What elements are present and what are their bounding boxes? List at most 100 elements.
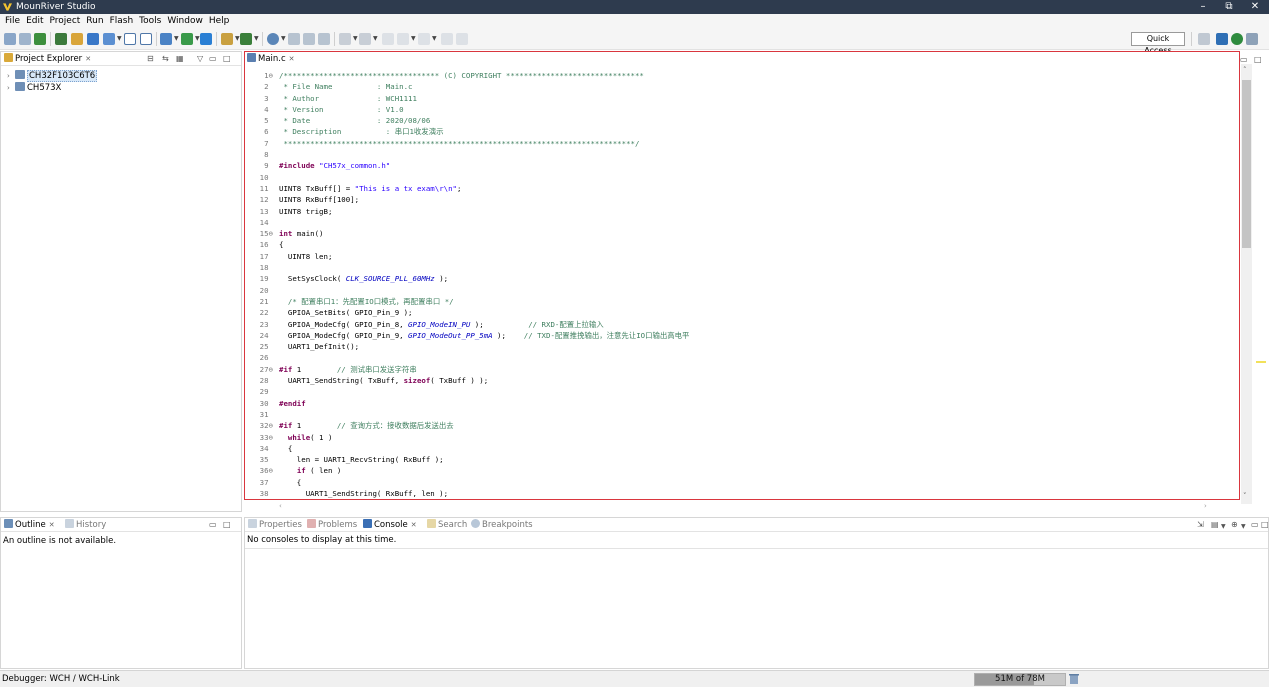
scroll-thumb[interactable] <box>1242 80 1251 248</box>
editor-horizontal-scrollbar[interactable]: ‹ › <box>246 502 1240 512</box>
code-line[interactable] <box>279 172 1235 183</box>
code-line[interactable]: ****************************************… <box>279 138 1235 149</box>
menu-window[interactable]: Window <box>164 14 206 28</box>
code-editor[interactable]: Main.c ✕ 1⊖ 2 3 4 5 6 7 8 9 10 11 12 13 14… <box>244 51 1240 500</box>
terminal-icon[interactable] <box>124 33 136 45</box>
code-line[interactable]: #include "CH57x_common.h" <box>279 160 1235 171</box>
quick-access-field[interactable]: Quick Access <box>1131 32 1185 55</box>
pin-console-icon[interactable]: ⇲ <box>1197 520 1204 530</box>
code-line[interactable]: UART1_SendString( RxBuff, len ); <box>279 488 1235 499</box>
minimize-button[interactable]: – <box>1190 0 1216 14</box>
menu-tools[interactable]: Tools <box>136 14 164 28</box>
tab-console[interactable]: Console ✕ <box>363 519 417 532</box>
view-menu-icon[interactable]: ▦ <box>176 54 184 64</box>
target-config-icon[interactable] <box>103 33 115 45</box>
code-area[interactable]: /*********************************** (C)… <box>279 70 1235 499</box>
prev-icon[interactable] <box>359 33 371 45</box>
tree-item-project[interactable]: › CH573X <box>7 82 61 94</box>
chevron-right-icon[interactable]: › <box>7 70 15 82</box>
code-line[interactable]: while( 1 ) <box>279 432 1235 443</box>
tab-outline[interactable]: Outline ✕ <box>4 519 55 532</box>
menu-run[interactable]: Run <box>83 14 106 28</box>
collapse-all-icon[interactable]: ⊟ <box>147 54 154 64</box>
debug-icon[interactable] <box>181 33 193 45</box>
minimize-panel-icon[interactable]: ▭ <box>209 54 217 64</box>
close-icon[interactable]: ✕ <box>289 55 295 63</box>
close-icon[interactable]: ✕ <box>411 521 417 529</box>
run-icon[interactable] <box>240 33 252 45</box>
build-icon[interactable] <box>34 33 46 45</box>
chevron-up-icon[interactable]: ˄ <box>1243 66 1247 74</box>
close-icon[interactable]: ✕ <box>85 55 91 63</box>
window-icon[interactable] <box>140 33 152 45</box>
menu-file[interactable]: File <box>2 14 23 28</box>
close-icon[interactable]: ✕ <box>49 521 55 529</box>
overview-marker[interactable] <box>1256 361 1266 363</box>
forward-icon[interactable] <box>397 33 409 45</box>
maximize-panel-icon[interactable]: □ <box>223 520 231 530</box>
code-line[interactable]: { <box>279 477 1235 488</box>
code-line[interactable]: UART1_DefInit(); <box>279 341 1235 352</box>
chevron-down-icon[interactable]: ˅ <box>1243 492 1247 500</box>
code-line[interactable]: /* 配置串口1：先配置IO口模式，再配置串口 */ <box>279 296 1235 307</box>
code-line[interactable]: GPIOA_ModeCfg( GPIO_Pin_8, GPIO_ModeIN_P… <box>279 319 1235 330</box>
code-line[interactable]: * File Name : Main.c <box>279 81 1235 92</box>
code-line[interactable]: * Author : WCH1111 <box>279 93 1235 104</box>
chevron-down-icon[interactable]: ▼ <box>1221 522 1226 532</box>
chevron-down-icon[interactable]: ▽ <box>197 54 203 64</box>
tree-item-project[interactable]: › CH32F103C6T6 <box>7 70 98 82</box>
code-line[interactable] <box>279 149 1235 160</box>
chevron-right-icon[interactable]: › <box>1204 502 1207 510</box>
code-line[interactable]: UINT8 RxBuff[100]; <box>279 194 1235 205</box>
menu-edit[interactable]: Edit <box>23 14 46 28</box>
code-line[interactable]: if ( len ) <box>279 465 1235 476</box>
nav-forward-icon[interactable] <box>418 33 430 45</box>
code-line[interactable]: #endif <box>279 398 1235 409</box>
next-annotation-icon[interactable] <box>288 33 300 45</box>
tab-history[interactable]: History <box>65 519 106 532</box>
open-perspective-icon[interactable] <box>1198 33 1210 45</box>
menu-project[interactable]: Project <box>47 14 84 28</box>
tab-search[interactable]: Search <box>427 519 467 532</box>
link-editor-icon[interactable]: ⇆ <box>162 54 169 64</box>
code-line[interactable]: #if 1 // 测试串口发送字符串 <box>279 364 1235 375</box>
chevron-down-icon[interactable]: ▼ <box>1241 522 1246 532</box>
chevron-left-icon[interactable]: ‹ <box>279 502 282 510</box>
code-line[interactable]: /*********************************** (C)… <box>279 70 1235 81</box>
menu-help[interactable]: Help <box>206 14 233 28</box>
heap-status[interactable]: 51M of 78M <box>974 673 1066 686</box>
minimize-panel-icon[interactable]: ▭ <box>209 520 217 530</box>
maximize-panel-icon[interactable]: □ <box>223 54 231 64</box>
code-line[interactable]: UINT8 TxBuff[] = "This is a tx exam\r\n"… <box>279 183 1235 194</box>
code-line[interactable]: UINT8 trigB; <box>279 206 1235 217</box>
code-line[interactable] <box>279 217 1235 228</box>
maximize-panel-icon[interactable]: □ <box>1254 55 1262 65</box>
code-line[interactable]: * Description : 串口1收发演示 <box>279 126 1235 137</box>
code-line[interactable]: int main() <box>279 228 1235 239</box>
toolchain-icon[interactable] <box>221 33 233 45</box>
search-icon[interactable] <box>267 33 279 45</box>
code-line[interactable]: * Version : V1.0 <box>279 104 1235 115</box>
code-line[interactable] <box>279 352 1235 363</box>
save-icon[interactable] <box>19 33 31 45</box>
perspective-c-icon[interactable] <box>1216 33 1228 45</box>
tab-problems[interactable]: Problems <box>307 519 357 532</box>
tab-breakpoints[interactable]: Breakpoints <box>471 519 533 532</box>
maximize-panel-icon[interactable]: □ <box>1261 520 1269 530</box>
code-line[interactable]: { <box>279 239 1235 250</box>
code-line[interactable]: len = UART1_RecvString( RxBuff ); <box>279 454 1235 465</box>
perspective-debug-icon[interactable] <box>1231 33 1243 45</box>
display-console-icon[interactable]: ▤ <box>1211 520 1219 530</box>
pin-icon[interactable] <box>441 33 453 45</box>
menu-flash[interactable]: Flash <box>107 14 137 28</box>
prev-annotation-icon[interactable] <box>303 33 315 45</box>
chevron-right-icon[interactable]: › <box>7 82 15 94</box>
code-line[interactable]: #if 1 // 查询方式：接收数据后发送出去 <box>279 420 1235 431</box>
tab-properties[interactable]: Properties <box>248 519 302 532</box>
restore-button[interactable]: ⧉ <box>1216 0 1242 14</box>
last-edit-icon[interactable] <box>318 33 330 45</box>
code-line[interactable]: * Date : 2020/08/06 <box>279 115 1235 126</box>
rebuild-icon[interactable] <box>55 33 67 45</box>
editor-vertical-scrollbar[interactable]: ˄ ˅ <box>1241 64 1252 504</box>
close-button[interactable]: ✕ <box>1242 0 1268 14</box>
